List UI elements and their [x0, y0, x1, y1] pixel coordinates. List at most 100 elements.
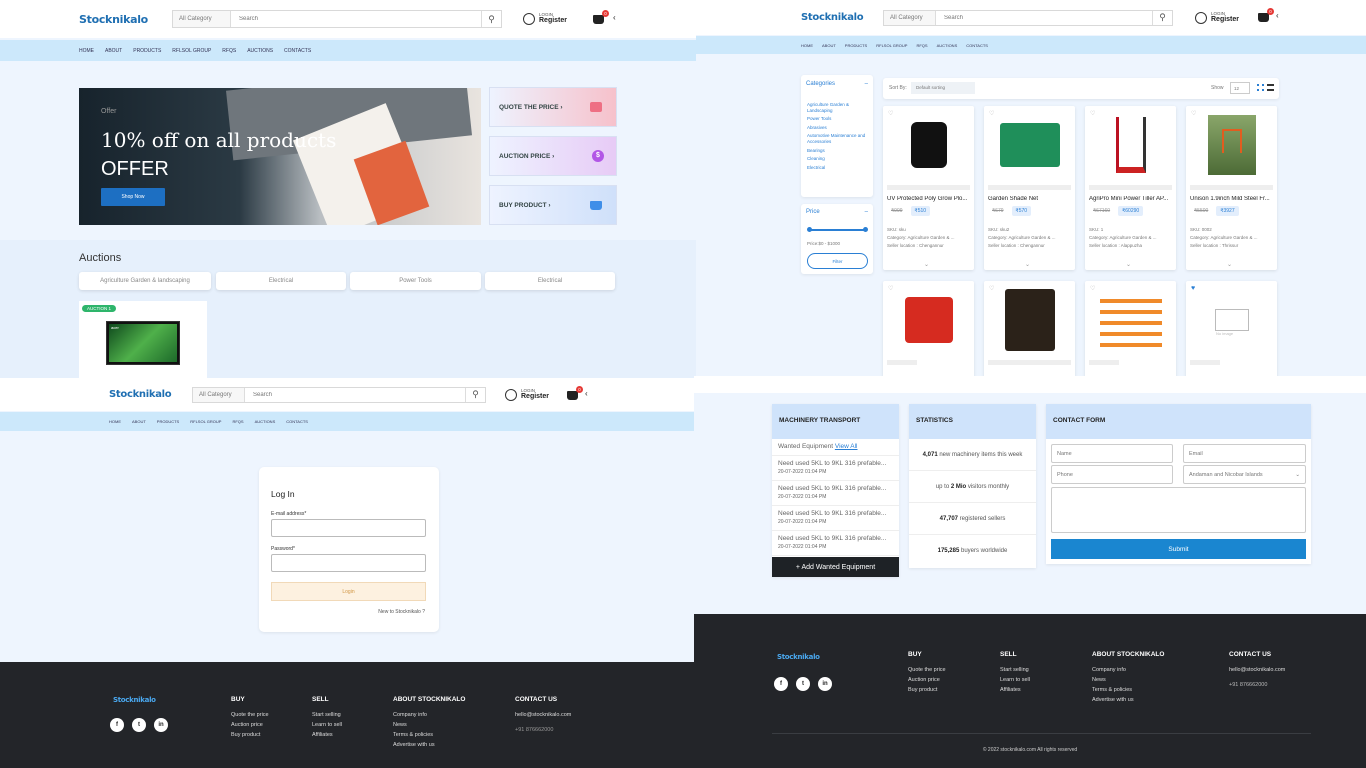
footer-link[interactable]: Start selling — [312, 712, 342, 718]
category-item[interactable]: Bearings — [807, 148, 869, 154]
search-icon[interactable]: ⚲ — [465, 387, 485, 402]
footer-link[interactable]: News — [1092, 677, 1164, 683]
footer-link[interactable]: Quote the price — [908, 667, 946, 673]
wanted-item[interactable]: Need used 5KL to 9KL 316 prefable... 20-0… — [772, 481, 899, 506]
footer-link[interactable]: Learn to sell — [312, 722, 342, 728]
nav-products[interactable]: PRODUCTS — [845, 43, 867, 48]
auction-card[interactable]: AUCTION 1 acer — [79, 301, 207, 378]
footer-link[interactable]: Company info — [1092, 667, 1164, 673]
product-card[interactable]: ♡ Garden Shade Net ₹679 ₹570 SKU: sku2 Cat… — [984, 106, 1075, 270]
footer-logo[interactable]: Stocknikalo — [777, 653, 820, 661]
view-all-link[interactable]: View All — [835, 443, 858, 450]
email-field[interactable]: Email — [1183, 444, 1306, 463]
name-field[interactable]: Name — [1051, 444, 1173, 463]
product-name[interactable]: Unison 1.9inch Mild Steel Fr... — [1190, 196, 1273, 202]
wanted-item[interactable]: Need used 5KL to 9KL 316 prefable... 20-0… — [772, 531, 899, 556]
footer-link[interactable]: Terms & policies — [1092, 687, 1164, 693]
nav-auctions[interactable]: AUCTIONS — [937, 43, 958, 48]
nav-rfqs[interactable]: RFQS — [222, 48, 236, 54]
chevron-down-icon[interactable]: ⌄ — [1227, 261, 1232, 268]
nav-about[interactable]: ABOUT — [132, 419, 146, 424]
nav-about[interactable]: ABOUT — [822, 43, 836, 48]
search-icon[interactable]: ⚲ — [481, 11, 501, 27]
submit-button[interactable]: Submit — [1051, 539, 1306, 559]
twitter-icon[interactable]: t — [796, 677, 810, 691]
auction-tab-3[interactable]: Power Tools — [350, 272, 481, 290]
nav-about[interactable]: ABOUT — [105, 48, 122, 54]
heart-icon[interactable]: ♡ — [1191, 110, 1196, 117]
brand-logo[interactable]: Stocknikalo — [79, 13, 148, 26]
nav-home[interactable]: HOME — [79, 48, 94, 54]
footer-link[interactable]: Auction price — [908, 677, 946, 683]
list-view-icon[interactable] — [1267, 84, 1274, 91]
category-select[interactable]: All Category — [173, 11, 231, 27]
category-select[interactable]: All Category — [884, 10, 936, 25]
heart-icon[interactable]: ♡ — [888, 285, 893, 292]
nav-group[interactable]: RFLSOL GROUP — [172, 48, 211, 54]
category-item[interactable]: Automotive Maintenance and Accessories — [807, 133, 869, 144]
category-item[interactable]: Abrasives — [807, 125, 869, 131]
chevron-icon[interactable]: ‹ — [585, 389, 588, 398]
nav-group[interactable]: RFLSOL GROUP — [190, 419, 221, 424]
chevron-icon[interactable]: ‹ — [1276, 11, 1279, 20]
product-name[interactable]: UV Protected Poly Grow Plo... — [887, 196, 970, 202]
wanted-item[interactable]: Need used 5KL to 9KL 316 prefable... 20-0… — [772, 456, 899, 481]
heart-icon[interactable]: ♡ — [1090, 285, 1095, 292]
footer-link[interactable]: Start selling — [1000, 667, 1030, 673]
filter-button[interactable]: Filter — [807, 253, 868, 269]
account-link[interactable]: LOGIN Register — [523, 12, 567, 25]
chevron-down-icon[interactable]: ⌄ — [1126, 261, 1131, 268]
nav-auctions[interactable]: AUCTIONS — [247, 48, 273, 54]
auction-tab-2[interactable]: Electrical — [216, 272, 346, 290]
account-link[interactable]: LOGIN Register — [505, 388, 549, 401]
footer-link[interactable]: Company info — [393, 712, 465, 718]
phone-field[interactable]: Phone — [1051, 465, 1173, 484]
heart-icon[interactable]: ♡ — [989, 110, 994, 117]
linkedin-icon[interactable]: in — [154, 718, 168, 732]
heart-icon[interactable]: ♡ — [1090, 110, 1095, 117]
nav-auctions[interactable]: AUCTIONS — [255, 419, 276, 424]
twitter-icon[interactable]: t — [132, 718, 146, 732]
heart-icon[interactable]: ♡ — [989, 285, 994, 292]
footer-link[interactable]: Affiliates — [1000, 687, 1030, 693]
category-item[interactable]: Electrical — [807, 165, 869, 171]
footer-link[interactable]: Advertise with us — [393, 742, 465, 748]
chevron-down-icon[interactable]: ⌄ — [1025, 261, 1030, 268]
slider-handle-max[interactable] — [863, 227, 868, 232]
footer-logo[interactable]: Stocknikalo — [113, 696, 156, 704]
search-input[interactable] — [245, 387, 465, 402]
footer-link[interactable]: Buy product — [231, 732, 269, 738]
message-field[interactable] — [1051, 487, 1306, 533]
offer-banner[interactable]: Offer 10% off on all products OFFER Shop… — [79, 88, 481, 225]
product-card[interactable]: ♡ AgriPro Mini Power Tiller AP... ₹67160… — [1085, 106, 1176, 270]
nav-contacts[interactable]: CONTACTS — [966, 43, 988, 48]
category-item[interactable]: Power Tools — [807, 116, 869, 122]
chevron-icon[interactable]: ‹ — [613, 13, 616, 22]
register-link[interactable]: New to Stocknikalo ? — [378, 609, 425, 615]
tile-auction[interactable]: AUCTION PRICE › $ — [489, 136, 617, 176]
footer-link[interactable]: Affiliates — [312, 732, 342, 738]
search-input[interactable] — [936, 10, 1152, 25]
nav-group[interactable]: RFLSOL GROUP — [876, 43, 907, 48]
sort-select[interactable]: Default sorting — [911, 82, 975, 94]
footer-link[interactable]: Advertise with us — [1092, 697, 1164, 703]
product-name[interactable]: AgriPro Mini Power Tiller AP... — [1089, 196, 1172, 202]
category-select[interactable]: All Category — [193, 387, 245, 402]
email-field[interactable] — [271, 519, 426, 537]
cart-icon[interactable]: 0 — [1258, 8, 1274, 22]
brand-logo[interactable]: Stocknikalo — [109, 389, 172, 400]
facebook-icon[interactable]: f — [110, 718, 124, 732]
footer-link[interactable]: Terms & policies — [393, 732, 465, 738]
price-slider[interactable] — [809, 229, 866, 231]
nav-contacts[interactable]: CONTACTS — [286, 419, 308, 424]
contact-email[interactable]: hello@stocknikalo.com — [515, 712, 571, 718]
nav-products[interactable]: PRODUCTS — [157, 419, 179, 424]
cart-icon[interactable]: 0 — [593, 10, 609, 24]
nav-products[interactable]: PRODUCTS — [133, 48, 161, 54]
product-card[interactable]: ♥ No image — [1186, 281, 1277, 376]
heart-icon[interactable]: ♡ — [888, 110, 893, 117]
auction-tab-1[interactable]: Agriculture Garden & landscaping — [79, 272, 211, 290]
footer-link[interactable]: Quote the price — [231, 712, 269, 718]
product-card[interactable]: ♡ — [883, 281, 974, 376]
product-card[interactable]: ♡ Unison 1.9inch Mild Steel Fr... ₹5500 ₹… — [1186, 106, 1277, 270]
